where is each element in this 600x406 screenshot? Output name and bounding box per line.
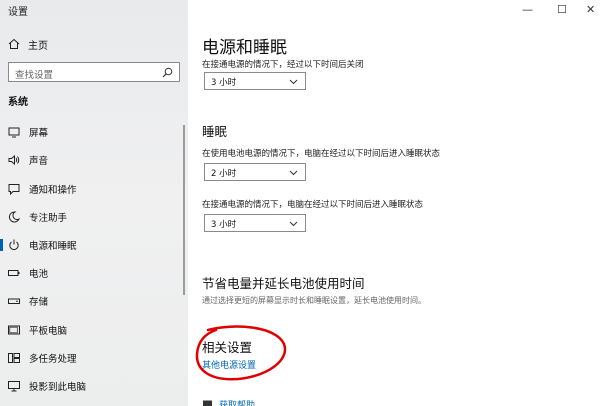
sidebar-item-label: 专注助手 <box>29 213 68 224</box>
sidebar-home[interactable]: 主页 <box>8 37 48 52</box>
get-help-link[interactable]: 获取帮助 <box>202 398 255 406</box>
sidebar-item-tablet[interactable]: 平板电脑 <box>0 319 188 341</box>
sleep-plugged-label: 在接通电源的情况下，电脑在经过以下时间后进入睡眠状态 <box>202 200 424 210</box>
monitor-icon <box>7 125 21 139</box>
sidebar-item-projecting[interactable]: 投影到此电脑 <box>0 375 188 397</box>
sidebar-item-label: 投影到此电脑 <box>29 382 87 393</box>
sidebar-item-label: 屏幕 <box>29 128 49 139</box>
sidebar-item-label: 声音 <box>29 156 49 167</box>
red-annotation-circle <box>195 325 287 381</box>
sidebar-item-label: 存储 <box>29 297 49 308</box>
page-title: 电源和睡眠 <box>202 38 287 58</box>
sleep-plugged-dropdown[interactable]: 3 小时 <box>204 214 306 232</box>
sidebar-item-power-sleep[interactable]: 电源和睡眠 <box>0 234 188 256</box>
sidebar-item-label: 电池 <box>29 269 49 280</box>
section-heading-system: 系统 <box>8 97 28 108</box>
multitask-icon <box>7 351 21 365</box>
home-icon <box>8 38 20 49</box>
search-placeholder: 查找设置 <box>15 70 54 81</box>
chevron-down-icon <box>289 170 298 176</box>
chevron-down-icon <box>289 221 298 227</box>
sidebar-item-display[interactable]: 屏幕 <box>0 121 188 143</box>
sidebar-item-label: 电源和睡眠 <box>29 241 77 252</box>
screen-plugged-dropdown[interactable]: 3 小时 <box>204 72 306 90</box>
sleep-battery-dropdown[interactable]: 2 小时 <box>204 163 306 181</box>
sidebar-item-sound[interactable]: 声音 <box>0 149 188 171</box>
search-input[interactable]: 查找设置 <box>8 62 180 82</box>
sidebar-item-label: 多任务处理 <box>29 354 77 365</box>
home-label: 主页 <box>28 40 48 52</box>
dropdown-value: 3 小时 <box>211 78 237 88</box>
sidebar: 设置 主页 查找设置 系统 屏幕 声音 通知和操作 专注助手 电源和睡眠 电池 … <box>0 0 188 406</box>
tablet-icon <box>7 323 21 337</box>
get-help-label: 获取帮助 <box>219 401 256 406</box>
screen-plugged-label: 在接通电源的情况下，经过以下时间后关闭 <box>202 60 364 70</box>
battery-saving-heading: 节省电量并延长电池使用时间 <box>202 276 365 291</box>
search-icon[interactable] <box>162 67 173 78</box>
sidebar-item-label: 平板电脑 <box>29 326 68 337</box>
battery-icon <box>7 266 21 280</box>
sidebar-scrollbar[interactable] <box>183 125 185 295</box>
help-chat-icon <box>203 400 212 406</box>
moon-icon <box>7 210 21 224</box>
storage-icon <box>7 294 21 308</box>
dropdown-value: 3 小时 <box>211 220 237 230</box>
sidebar-item-label: 通知和操作 <box>29 185 77 196</box>
sidebar-item-multitasking[interactable]: 多任务处理 <box>0 347 188 369</box>
sleep-battery-label: 在使用电池电源的情况下，电脑在经过以下时间后进入睡眠状态 <box>202 149 441 159</box>
speaker-icon <box>7 153 21 167</box>
sidebar-item-focus-assist[interactable]: 专注助手 <box>0 206 188 228</box>
projector-icon <box>7 379 21 393</box>
sidebar-item-storage[interactable]: 存储 <box>0 290 188 312</box>
active-indicator <box>0 239 3 251</box>
dropdown-value: 2 小时 <box>211 169 237 179</box>
sleep-heading: 睡眠 <box>202 124 228 139</box>
power-icon <box>7 238 21 252</box>
notification-icon <box>7 182 21 196</box>
window-title: 设置 <box>8 7 28 18</box>
battery-saving-description: 通过选择更短的屏幕显示时长和睡眠设置，延长电池使用时间。 <box>202 296 426 305</box>
chevron-down-icon <box>289 79 298 85</box>
sidebar-item-notifications[interactable]: 通知和操作 <box>0 178 188 200</box>
sidebar-item-battery[interactable]: 电池 <box>0 262 188 284</box>
